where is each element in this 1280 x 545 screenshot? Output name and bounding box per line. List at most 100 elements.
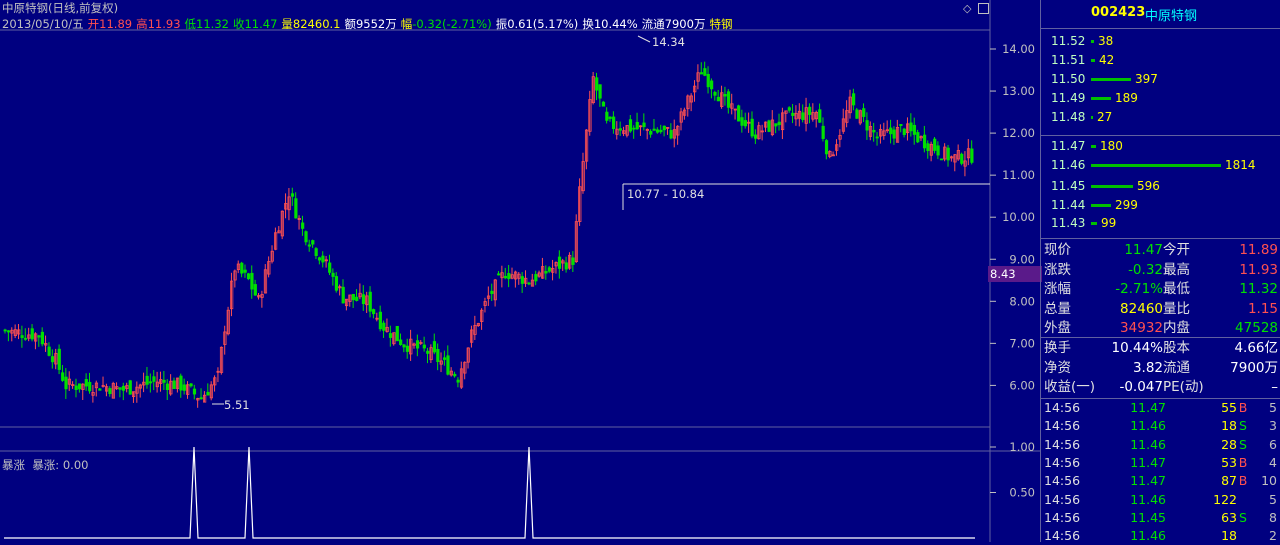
candle-body — [453, 373, 457, 377]
candle-body — [750, 118, 754, 137]
candle-body — [605, 111, 609, 121]
quote-label: 涨跌 — [1044, 261, 1071, 278]
diamond-icon[interactable]: ◇ — [963, 2, 971, 15]
tick-price: 11.46 — [1130, 418, 1166, 434]
tick-row[interactable]: 14:56 11.45 63 S 8 — [1041, 509, 1280, 527]
stock-short-name: 特钢 — [709, 17, 733, 31]
amplitude-label: 振 — [495, 17, 508, 31]
indicator-value: 暴涨: 0.00 — [32, 458, 89, 472]
candle-body — [598, 84, 602, 99]
candle-body — [250, 272, 254, 290]
tick-row[interactable]: 14:56 11.46 18 2 — [1041, 527, 1280, 545]
gap-label: 10.77 - 10.84 — [627, 187, 704, 201]
tick-row[interactable]: 14:56 11.47 53 B 4 — [1041, 454, 1280, 472]
divider — [1041, 238, 1280, 239]
bid-row[interactable]: 11.46 1814 — [1041, 154, 1280, 176]
candle-body — [442, 357, 447, 360]
candle-body — [37, 335, 41, 338]
candle-body — [960, 153, 964, 164]
tick-side: S — [1239, 418, 1247, 434]
candle-body — [946, 147, 950, 161]
chart-area[interactable]: 14.00 13.00 12.00 11.00 10.00 9.00 8.00 7.00 6.0… — [0, 0, 1042, 542]
candle-body — [662, 125, 666, 131]
ask-row[interactable]: 11.48 27 — [1041, 106, 1280, 128]
tick-count: 8 — [1269, 509, 1277, 525]
candle-body — [926, 143, 930, 152]
candle-body — [601, 101, 606, 107]
quote-row: 现价 11.47 今开 11.89 — [1041, 240, 1280, 261]
close-value: 11.47 — [244, 17, 278, 31]
candlestick-chart[interactable]: 14.00 13.00 12.00 11.00 10.00 9.00 8.00 7.00 6.0… — [0, 0, 1040, 542]
candle-body — [892, 129, 896, 139]
indicator-axis-label: 1.00 — [1009, 440, 1035, 454]
price-axis-label: 8.00 — [1009, 294, 1035, 308]
candle-body — [172, 380, 176, 390]
candle-body — [534, 274, 538, 282]
tick-row[interactable]: 14:56 11.46 18 S 3 — [1041, 417, 1280, 435]
tick-price: 11.46 — [1130, 528, 1166, 544]
high-label: 高 — [136, 17, 148, 31]
fundamental-row: 收益(一) -0.047 PE(动) – — [1041, 377, 1280, 398]
candle-body — [659, 129, 663, 133]
candle-body — [547, 267, 551, 272]
tick-time: 14:56 — [1044, 400, 1081, 415]
candle-body — [243, 269, 247, 273]
candle-body — [544, 271, 548, 274]
amount-value: 9552万 — [355, 17, 397, 31]
ask-volume-bar — [1091, 116, 1093, 119]
quote-label: 最高 — [1163, 261, 1190, 278]
window-toggle-icon[interactable] — [978, 3, 989, 14]
quote-value: -2.71% — [1115, 281, 1163, 297]
candle-body — [865, 120, 869, 131]
quote-label: 外盘 — [1044, 320, 1071, 336]
turnover-value: 10.44% — [593, 17, 638, 31]
fundamental-label: 股本 — [1163, 340, 1190, 356]
tick-count: 6 — [1269, 436, 1277, 452]
candle-body — [801, 112, 805, 120]
candle-body — [314, 248, 318, 256]
candle-body — [655, 129, 660, 133]
ask-volume-bar — [1091, 78, 1131, 81]
tick-row[interactable]: 14:56 11.47 55 B 5 — [1041, 399, 1280, 417]
fundamental-row: 净资 3.82 流通 7900万 — [1041, 358, 1280, 379]
candle-body — [23, 337, 28, 340]
fundamental-label: PE(动) — [1163, 379, 1204, 395]
tick-time: 14:56 — [1044, 528, 1081, 544]
tick-count: 10 — [1261, 473, 1277, 489]
candle-body — [40, 331, 44, 345]
candle-body — [936, 145, 940, 156]
candle-body — [20, 335, 24, 339]
open-label: 开 — [87, 17, 100, 31]
quote-label: 现价 — [1044, 242, 1071, 258]
candle-body — [206, 391, 210, 396]
chart-title: 中原特钢(日线,前复权) — [2, 1, 119, 15]
tick-time: 14:56 — [1044, 509, 1081, 525]
candle-body — [57, 348, 61, 370]
bid-price: 11.46 — [1051, 158, 1086, 172]
candle-body — [726, 91, 731, 108]
candle-body — [192, 388, 197, 395]
candle-body — [426, 350, 430, 354]
candle-body — [415, 340, 420, 349]
candle-body — [165, 383, 170, 390]
candle-body — [395, 325, 399, 342]
candle-body — [334, 276, 339, 291]
tick-row[interactable]: 14:56 11.46 122 5 — [1041, 491, 1280, 509]
low-label: 低 — [184, 17, 197, 31]
candle-body — [84, 379, 88, 387]
tick-row[interactable]: 14:56 11.46 28 S 6 — [1041, 436, 1280, 454]
tick-time: 14:56 — [1044, 418, 1081, 434]
candle-body — [388, 333, 393, 338]
tick-row[interactable]: 14:56 11.47 87 B 10 — [1041, 472, 1280, 490]
candle-body — [777, 121, 781, 126]
tick-price: 11.46 — [1130, 491, 1166, 507]
indicator-line — [4, 446, 975, 539]
tick-side: B — [1238, 400, 1248, 415]
turnover-label: 换 — [582, 17, 594, 31]
bid-row[interactable]: 11.43 99 — [1041, 212, 1280, 234]
quote-row: 涨幅 -2.71% 最低 11.32 — [1041, 279, 1280, 300]
candle-body — [608, 116, 612, 119]
quote-label: 总量 — [1044, 300, 1071, 317]
tick-time: 14:56 — [1044, 491, 1081, 507]
candle-body — [669, 130, 673, 139]
